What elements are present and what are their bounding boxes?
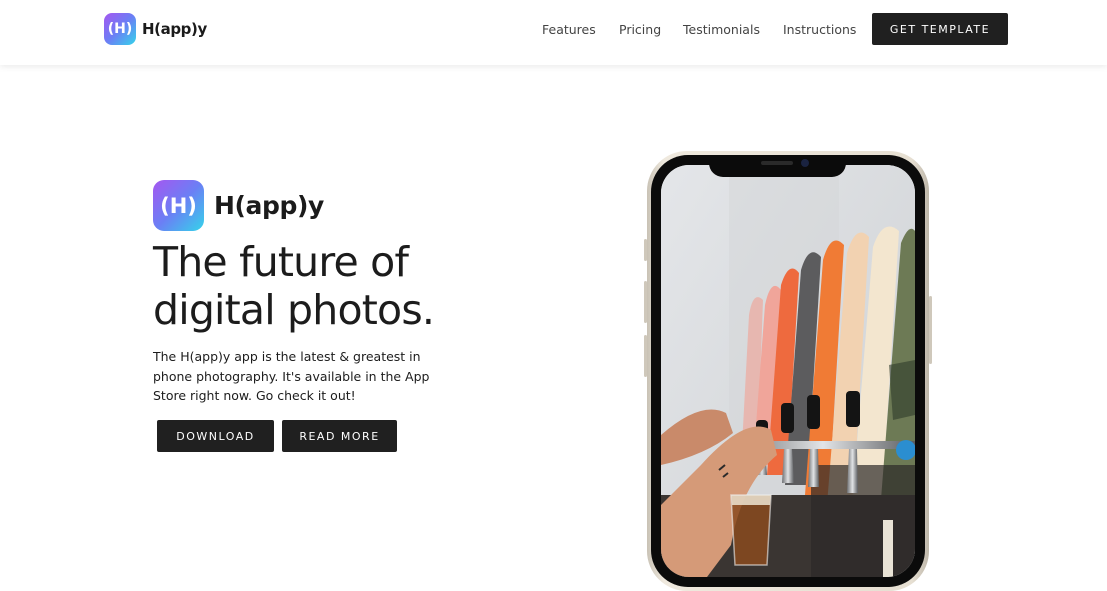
nav-link-instructions[interactable]: Instructions (783, 22, 856, 37)
hero-logo: (H) H(app)y (153, 180, 324, 231)
hero-title: The future of digital photos. (153, 238, 513, 334)
phone-camera-icon (801, 159, 809, 167)
nav-link-pricing[interactable]: Pricing (619, 22, 661, 37)
hero-description: The H(app)y app is the latest & greatest… (153, 349, 430, 403)
beer-taps-photo (661, 165, 915, 577)
hero-title-line-1: The future of (153, 238, 409, 286)
read-more-button[interactable]: READ MORE (282, 420, 397, 452)
happy-logo-icon: (H) (153, 180, 204, 231)
happy-logo-icon: (H) (104, 13, 136, 45)
nav-link-testimonials[interactable]: Testimonials (683, 22, 760, 37)
phone-screen-photo (661, 165, 915, 577)
hero-title-line-2: digital photos. (153, 286, 435, 334)
phone-bezel (651, 155, 925, 587)
download-button[interactable]: DOWNLOAD (157, 420, 274, 452)
phone-notch (709, 155, 846, 177)
phone-volume-down-button (644, 335, 647, 377)
phone-mockup (644, 151, 932, 591)
phone-silent-switch (644, 239, 647, 261)
get-template-button[interactable]: GET TEMPLATE (872, 13, 1008, 45)
phone-volume-up-button (644, 281, 647, 323)
nav-link-features[interactable]: Features (542, 22, 596, 37)
phone-speaker (761, 161, 793, 165)
hero-logo-name: H(app)y (214, 191, 324, 220)
brand-name: H(app)y (142, 20, 207, 38)
site-header: (H) H(app)y Features Pricing Testimonial… (0, 0, 1107, 65)
header-brand-link[interactable]: (H) H(app)y (104, 13, 207, 45)
phone-power-button (929, 296, 932, 364)
